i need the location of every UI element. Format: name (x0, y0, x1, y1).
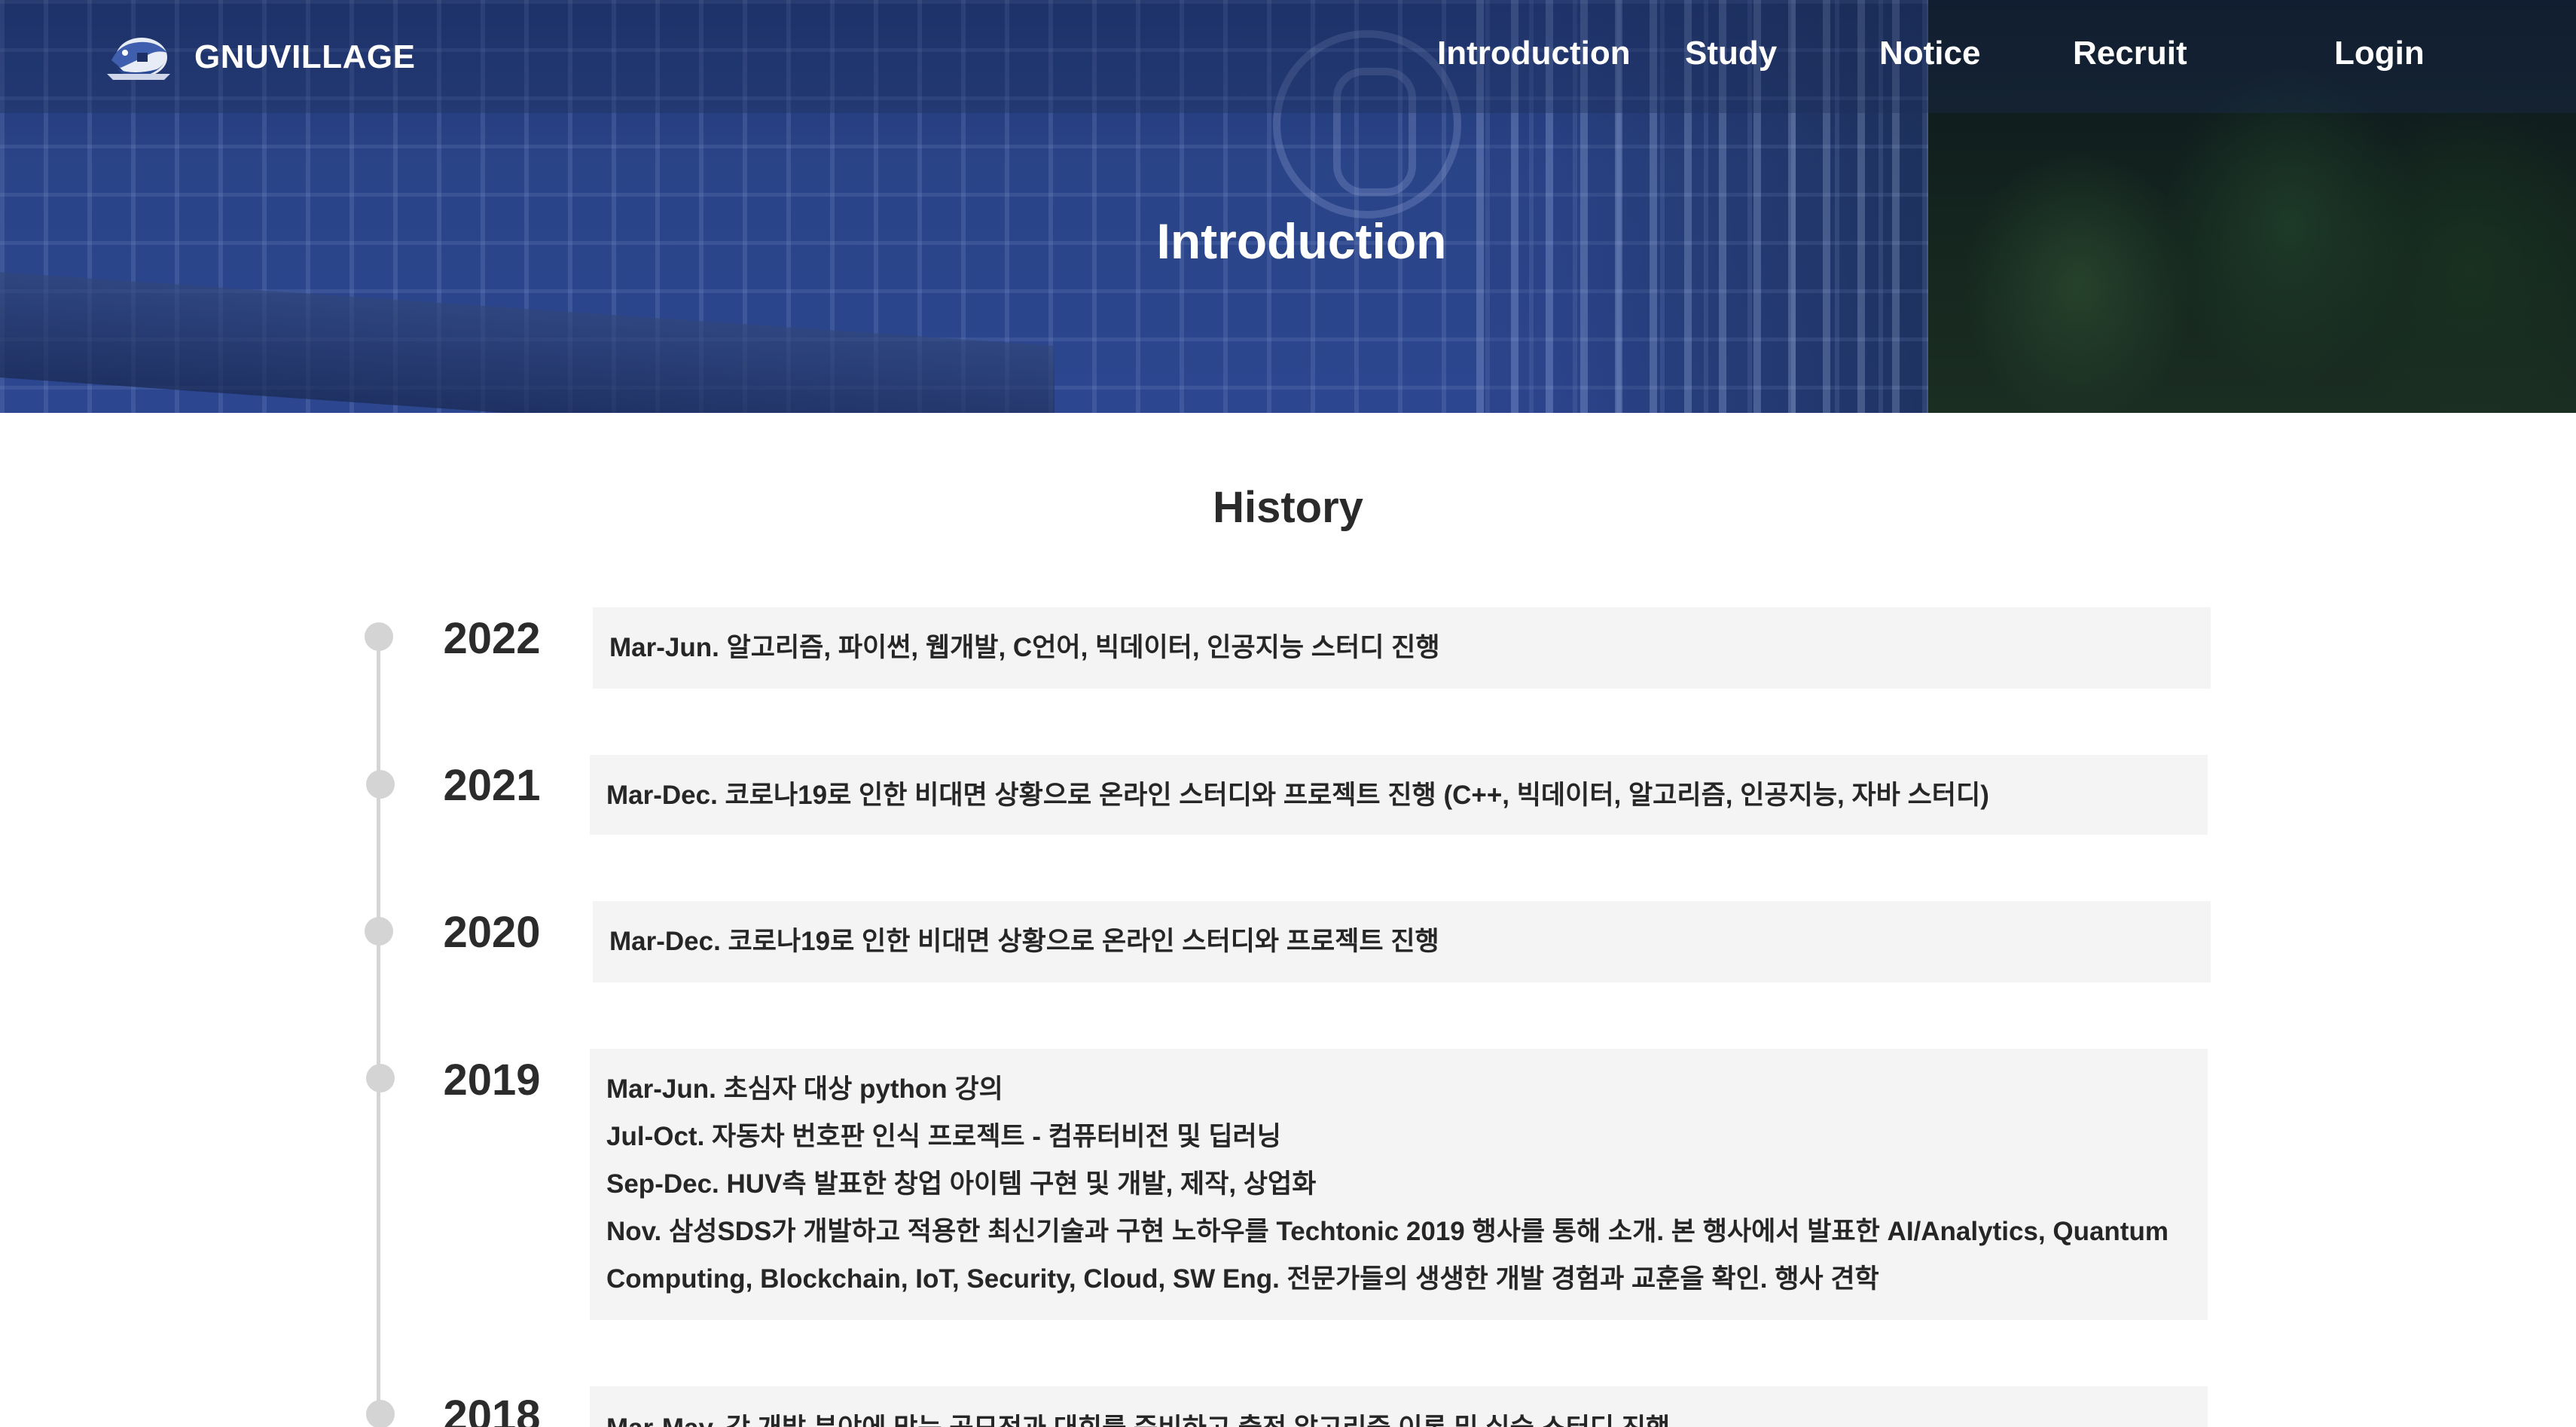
timeline-year: 2021 (443, 761, 541, 810)
hero-banner: GNUVILLAGE Introduction Study Notice Rec… (0, 0, 2576, 413)
brand[interactable]: GNUVILLAGE (104, 30, 415, 84)
timeline-year: 2020 (443, 908, 541, 957)
timeline-text: Nov. 삼성SDS가 개발하고 적용한 최신기술과 구현 노하우를 Techt… (606, 1217, 2169, 1246)
timeline-text: Jul-Oct. 자동차 번호판 인식 프로젝트 - 컴퓨터비전 및 딥러닝 (606, 1122, 1281, 1151)
timeline-dot (366, 770, 395, 799)
page-title: Introduction (1156, 213, 1447, 269)
navbar: GNUVILLAGE Introduction Study Notice Rec… (0, 0, 2576, 113)
timeline-content: Mar-Jun. 초심자 대상 python 강의 Jul-Oct. 자동차 번… (590, 1049, 2208, 1320)
timeline-content: Mar-Dec. 코로나19로 인한 비대면 상황으로 온라인 스터디와 프로젝… (593, 901, 2211, 982)
timeline-text: Mar-Dec. 코로나19로 인한 비대면 상황으로 온라인 스터디와 프로젝… (606, 781, 1989, 810)
timeline-text: Computing, Blockchain, IoT, Security, Cl… (606, 1264, 1879, 1294)
timeline-text: Mar-May. 각 개발 분야에 맞는 공모전과 대회를 준비하고 출전 알고… (606, 1404, 2191, 1427)
timeline-dot (366, 1400, 395, 1427)
login-link[interactable]: Login (2334, 35, 2425, 72)
timeline-year: 2018 (443, 1392, 541, 1427)
timeline-dot (366, 1064, 395, 1092)
timeline-dot (365, 622, 393, 651)
nav-notice[interactable]: Notice (1879, 35, 1980, 72)
timeline-dot (365, 917, 393, 946)
timeline-content: Mar-Dec. 코로나19로 인한 비대면 상황으로 온라인 스터디와 프로젝… (590, 755, 2208, 835)
timeline-line (377, 637, 380, 1427)
nav-recruit[interactable]: Recruit (2073, 35, 2187, 72)
nav-introduction[interactable]: Introduction (1437, 35, 1631, 72)
nav-study[interactable]: Study (1685, 35, 1777, 72)
timeline-year: 2019 (443, 1056, 541, 1105)
gnuvillage-logo-icon[interactable] (104, 30, 173, 84)
timeline-content: Mar-May. 각 개발 분야에 맞는 공모전과 대회를 준비하고 출전 알고… (590, 1386, 2208, 1427)
timeline-content: Mar-Jun. 알고리즘, 파이썬, 웹개발, C언어, 빅데이터, 인공지능… (593, 607, 2211, 689)
timeline-year: 2022 (443, 614, 541, 663)
brand-name[interactable]: GNUVILLAGE (194, 38, 415, 76)
timeline-text: Mar-Jun. 알고리즘, 파이썬, 웹개발, C언어, 빅데이터, 인공지능… (609, 633, 1440, 662)
timeline-text: Mar-Dec. 코로나19로 인한 비대면 상황으로 온라인 스터디와 프로젝… (609, 927, 1439, 956)
timeline-text: Mar-Jun. 초심자 대상 python 강의 (606, 1074, 1003, 1104)
history-title: History (1213, 483, 1363, 532)
timeline-text: Sep-Dec. HUV측 발표한 창업 아이템 구현 및 개발, 제작, 상업… (606, 1169, 1317, 1199)
